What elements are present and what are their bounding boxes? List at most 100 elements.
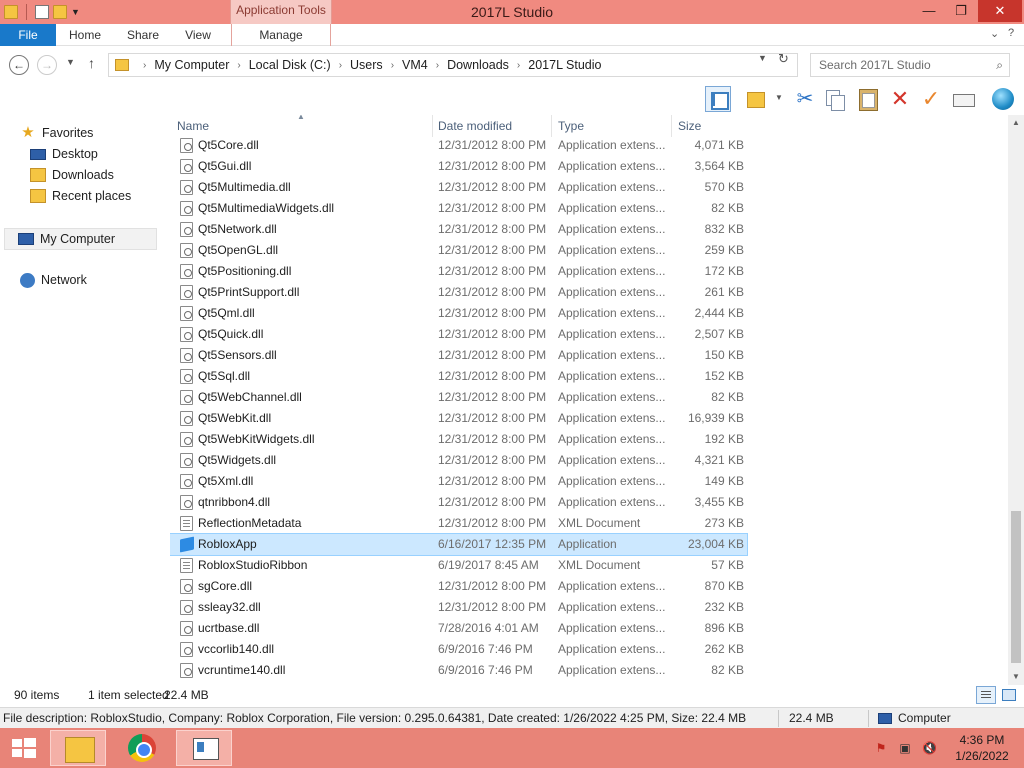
file-row[interactable]: Qt5MultimediaWidgets.dll 12/31/2012 8:00 … — [170, 198, 747, 219]
file-size: 152 KB — [704, 369, 744, 383]
file-row[interactable]: ReflectionMetadata 12/31/2012 8:00 PM XML … — [170, 513, 747, 534]
breadcrumb-item[interactable]: Downloads — [447, 58, 509, 72]
scroll-up-icon[interactable]: ▲ — [1008, 115, 1024, 131]
minimize-button[interactable]: — — [914, 0, 944, 22]
chevron-down-icon[interactable]: ▼ — [775, 93, 783, 102]
file-row[interactable]: RobloxApp 6/16/2017 12:35 PM Application 23… — [170, 533, 748, 556]
file-row[interactable]: Qt5Network.dll 12/31/2012 8:00 PM Applicat… — [170, 219, 747, 240]
file-row[interactable]: Qt5OpenGL.dll 12/31/2012 8:00 PM Applicati… — [170, 240, 747, 261]
nav-my-computer[interactable]: My Computer — [18, 229, 115, 249]
tab-file[interactable]: File — [0, 24, 56, 46]
file-row[interactable]: Qt5Positioning.dll 12/31/2012 8:00 PM Appl… — [170, 261, 747, 282]
column-header-name[interactable]: Name — [177, 115, 432, 137]
file-row[interactable]: sgCore.dll 12/31/2012 8:00 PM Application … — [170, 576, 747, 597]
search-input[interactable]: Search 2017L Studio ⌕ — [810, 53, 1010, 77]
file-row[interactable]: Qt5Sensors.dll 12/31/2012 8:00 PM Applicat… — [170, 345, 747, 366]
tab-share[interactable]: Share — [120, 24, 166, 46]
file-row[interactable]: vcruntime140.dll 6/9/2016 7:46 PM Applicat… — [170, 660, 747, 681]
restore-button[interactable]: ❐ — [946, 0, 976, 22]
file-row[interactable]: RobloxStudioRibbon 6/19/2017 8:45 AM XML D… — [170, 555, 747, 576]
dll-file-icon — [180, 159, 193, 174]
action-center-icon[interactable]: ⚑ — [874, 741, 888, 755]
cut-icon[interactable]: ✂ — [792, 86, 818, 112]
column-header-size[interactable]: Size — [671, 115, 747, 137]
file-row[interactable]: ucrtbase.dll 7/28/2016 4:01 AM Application… — [170, 618, 747, 639]
file-row[interactable]: Qt5Qml.dll 12/31/2012 8:00 PM Application … — [170, 303, 747, 324]
taskbar-file-explorer[interactable] — [50, 730, 106, 766]
file-row[interactable]: Qt5WebKit.dll 12/31/2012 8:00 PM Applicati… — [170, 408, 747, 429]
breadcrumb-item[interactable]: VM4 — [402, 58, 428, 72]
nav-favorites[interactable]: ★ Favorites — [20, 123, 93, 143]
copy-icon[interactable] — [822, 86, 848, 112]
file-row[interactable]: Qt5Multimedia.dll 12/31/2012 8:00 PM Appli… — [170, 177, 747, 198]
scroll-down-icon[interactable]: ▼ — [1008, 669, 1024, 685]
column-header-type[interactable]: Type — [551, 115, 671, 137]
start-button[interactable] — [6, 734, 40, 762]
file-row[interactable]: ssleay32.dll 12/31/2012 8:00 PM Applicatio… — [170, 597, 747, 618]
volume-muted-icon[interactable]: 🔇 — [922, 741, 937, 755]
new-folder-icon[interactable] — [745, 86, 771, 112]
back-button[interactable]: ← — [9, 55, 29, 75]
chevron-right-icon[interactable]: › — [517, 60, 520, 71]
paste-icon[interactable] — [855, 86, 881, 112]
file-row[interactable]: Qt5Sql.dll 12/31/2012 8:00 PM Application … — [170, 366, 747, 387]
forward-button[interactable]: → — [37, 55, 57, 75]
help-icon[interactable]: ? — [1008, 27, 1014, 39]
navigation-pane-icon[interactable] — [705, 86, 731, 112]
expand-ribbon-icon[interactable]: ⌄ — [990, 27, 999, 40]
file-row[interactable]: vccorlib140.dll 6/9/2016 7:46 PM Applicati… — [170, 639, 747, 660]
file-row[interactable]: Qt5Widgets.dll 12/31/2012 8:00 PM Applicat… — [170, 450, 747, 471]
recent-locations-dropdown-icon[interactable]: ▼ — [66, 57, 75, 67]
delete-icon[interactable]: ✕ — [887, 86, 913, 112]
search-icon[interactable]: ⌕ — [996, 54, 1003, 76]
file-row[interactable]: Qt5Quick.dll 12/31/2012 8:00 PM Applicatio… — [170, 324, 747, 345]
tab-view[interactable]: View — [178, 24, 218, 46]
close-button[interactable]: ✕ — [978, 0, 1022, 22]
breadcrumb-item[interactable]: My Computer — [154, 58, 229, 72]
column-header-date[interactable]: Date modified — [432, 115, 550, 137]
tab-manage[interactable]: Manage — [231, 24, 331, 46]
new-folder-icon[interactable] — [53, 5, 67, 19]
chevron-right-icon[interactable]: › — [391, 60, 394, 71]
file-row[interactable]: Qt5WebChannel.dll 12/31/2012 8:00 PM Appli… — [170, 387, 747, 408]
nav-desktop[interactable]: Desktop — [30, 144, 98, 164]
rename-icon[interactable] — [950, 86, 976, 112]
chevron-right-icon[interactable]: › — [436, 60, 439, 71]
file-row[interactable]: Qt5WebKitWidgets.dll 12/31/2012 8:00 PM Ap… — [170, 429, 747, 450]
nav-label: Network — [41, 273, 87, 287]
scroll-thumb[interactable] — [1011, 511, 1021, 663]
breadcrumb-item[interactable]: Local Disk (C:) — [249, 58, 331, 72]
chevron-right-icon[interactable]: › — [143, 60, 146, 71]
address-bar[interactable]: › My Computer › Local Disk (C:) › Users … — [108, 53, 798, 77]
vertical-scrollbar[interactable]: ▲ ▼ — [1008, 115, 1024, 685]
nav-network[interactable]: Network — [20, 270, 87, 290]
breadcrumb-item[interactable]: Users — [350, 58, 383, 72]
customize-qat-dropdown-icon[interactable]: ▼ — [71, 7, 80, 17]
nav-recent-places[interactable]: Recent places — [30, 186, 131, 206]
file-row[interactable]: Qt5Xml.dll 12/31/2012 8:00 PM Application … — [170, 471, 747, 492]
dll-file-icon — [180, 306, 193, 321]
file-type: Application extens... — [558, 621, 666, 635]
breadcrumb-item[interactable]: 2017L Studio — [528, 58, 601, 72]
file-type: Application extens... — [558, 474, 666, 488]
large-icons-view-icon[interactable] — [999, 686, 1019, 704]
checkmark-icon[interactable]: ✓ — [918, 86, 944, 112]
details-view-icon[interactable] — [976, 686, 996, 704]
nav-downloads[interactable]: Downloads — [30, 165, 114, 185]
address-history-dropdown-icon[interactable]: ▼ — [758, 53, 767, 63]
file-row[interactable]: Qt5Gui.dll 12/31/2012 8:00 PM Application … — [170, 156, 747, 177]
taskbar-chrome[interactable] — [116, 730, 172, 766]
chevron-right-icon[interactable]: › — [339, 60, 342, 71]
properties-icon[interactable] — [35, 5, 49, 19]
file-row[interactable]: Qt5Core.dll 12/31/2012 8:00 PM Application… — [170, 135, 747, 156]
refresh-icon[interactable]: ↻ — [778, 51, 789, 67]
file-row[interactable]: Qt5PrintSupport.dll 12/31/2012 8:00 PM App… — [170, 282, 747, 303]
file-row[interactable]: qtnribbon4.dll 12/31/2012 8:00 PM Applicat… — [170, 492, 747, 513]
tab-home[interactable]: Home — [62, 24, 108, 46]
up-button[interactable]: ↑ — [88, 55, 95, 71]
clock[interactable]: 4:36 PM 1/26/2022 — [950, 732, 1014, 764]
network-status-icon[interactable]: ▣ — [898, 741, 912, 755]
chevron-right-icon[interactable]: › — [237, 60, 240, 71]
globe-icon[interactable] — [990, 86, 1016, 112]
taskbar-roblox-studio[interactable] — [176, 730, 232, 766]
